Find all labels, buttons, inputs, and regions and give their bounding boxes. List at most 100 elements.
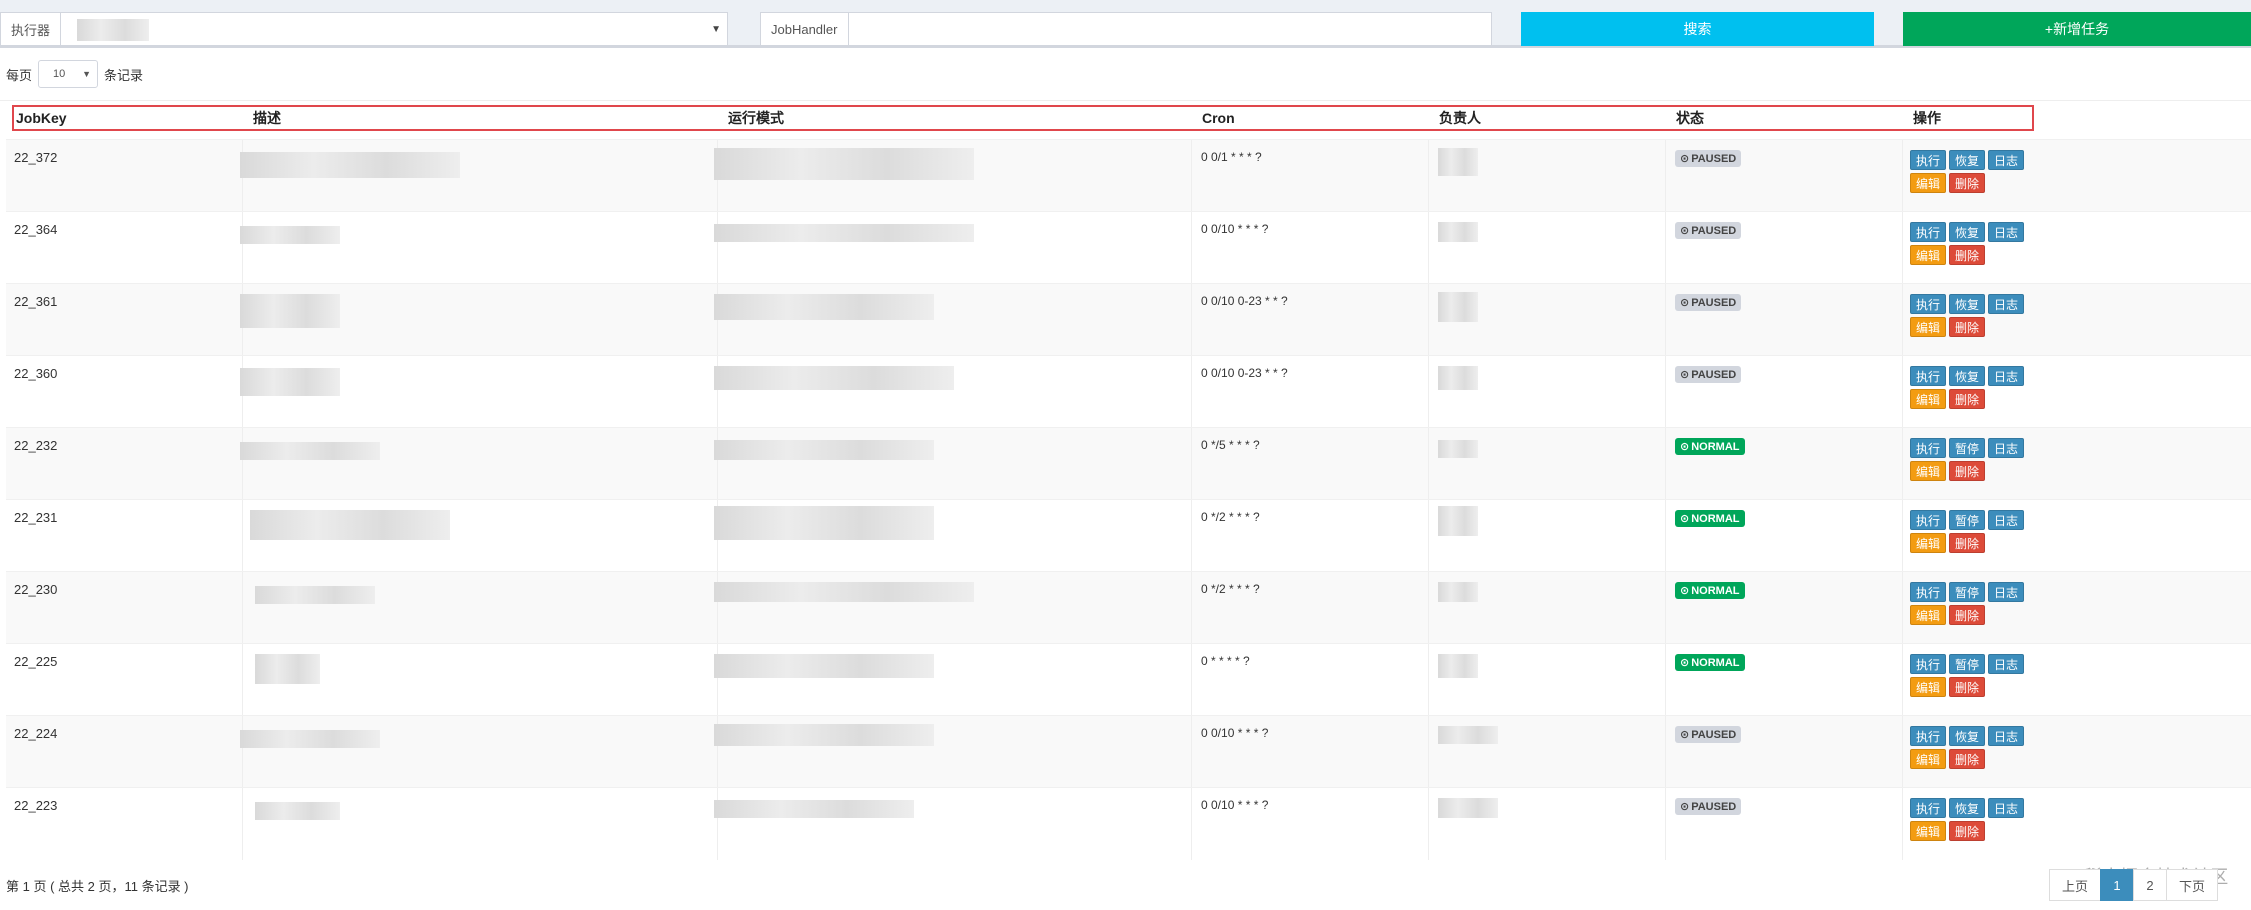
- header-mode[interactable]: 运行模式: [728, 108, 784, 128]
- run-button[interactable]: 执行: [1910, 150, 1946, 170]
- header-status[interactable]: 状态: [1676, 108, 1704, 128]
- log-button[interactable]: 日志: [1988, 222, 2024, 242]
- column-divider: [1191, 788, 1192, 860]
- run-button[interactable]: 执行: [1910, 582, 1946, 602]
- delete-button[interactable]: 删除: [1949, 389, 1985, 409]
- toggle-button[interactable]: 恢复: [1949, 222, 1985, 242]
- header-desc[interactable]: 描述: [253, 108, 281, 128]
- log-button[interactable]: 日志: [1988, 654, 2024, 674]
- status-text: PAUSED: [1691, 224, 1737, 237]
- delete-button[interactable]: 删除: [1949, 245, 1985, 265]
- log-button[interactable]: 日志: [1988, 798, 2024, 818]
- blurred-owner: [1438, 222, 1478, 242]
- delete-button[interactable]: 删除: [1949, 677, 1985, 697]
- column-divider: [1428, 716, 1429, 788]
- edit-button[interactable]: 编辑: [1910, 461, 1946, 481]
- add-task-button[interactable]: +新增任务: [1903, 12, 2251, 46]
- toggle-button[interactable]: 暂停: [1949, 510, 1985, 530]
- run-button[interactable]: 执行: [1910, 366, 1946, 386]
- run-button[interactable]: 执行: [1910, 438, 1946, 458]
- header-cron[interactable]: Cron: [1202, 110, 1235, 126]
- edit-button[interactable]: 编辑: [1910, 821, 1946, 841]
- log-button[interactable]: 日志: [1988, 150, 2024, 170]
- jobhandler-field[interactable]: JobHandler: [760, 12, 1492, 46]
- edit-button[interactable]: 编辑: [1910, 749, 1946, 769]
- column-divider: [1902, 356, 1903, 428]
- edit-button[interactable]: 编辑: [1910, 173, 1946, 193]
- blurred-description: [255, 654, 320, 684]
- toggle-button[interactable]: 恢复: [1949, 294, 1985, 314]
- edit-button[interactable]: 编辑: [1910, 605, 1946, 625]
- log-button[interactable]: 日志: [1988, 438, 2024, 458]
- run-button[interactable]: 执行: [1910, 654, 1946, 674]
- column-divider: [1665, 644, 1666, 716]
- clock-icon: ⊙: [1680, 297, 1690, 309]
- toggle-button[interactable]: 恢复: [1949, 798, 1985, 818]
- run-button[interactable]: 执行: [1910, 798, 1946, 818]
- status-badge: ⊙ PAUSED: [1675, 150, 1742, 167]
- jobhandler-input[interactable]: [849, 13, 1492, 45]
- run-button[interactable]: 执行: [1910, 294, 1946, 314]
- edit-button[interactable]: 编辑: [1910, 677, 1946, 697]
- page-2-button[interactable]: 2: [2133, 869, 2167, 901]
- blurred-run-mode: [714, 654, 934, 678]
- run-button[interactable]: 执行: [1910, 510, 1946, 530]
- executor-select[interactable]: 执行器 ▼: [0, 12, 728, 46]
- delete-button[interactable]: 删除: [1949, 173, 1985, 193]
- edit-button[interactable]: 编辑: [1910, 389, 1946, 409]
- edit-button[interactable]: 编辑: [1910, 317, 1946, 337]
- next-page-button[interactable]: 下页: [2166, 869, 2218, 901]
- filter-bar: 执行器 ▼ JobHandler 搜索 +新增任务: [0, 0, 2251, 48]
- delete-button[interactable]: 删除: [1949, 605, 1985, 625]
- delete-button[interactable]: 删除: [1949, 461, 1985, 481]
- edit-button[interactable]: 编辑: [1910, 245, 1946, 265]
- run-button[interactable]: 执行: [1910, 222, 1946, 242]
- delete-button[interactable]: 删除: [1949, 749, 1985, 769]
- column-divider: [1902, 284, 1903, 356]
- log-button[interactable]: 日志: [1988, 294, 2024, 314]
- prev-page-button[interactable]: 上页: [2049, 869, 2101, 901]
- status-text: PAUSED: [1691, 800, 1737, 813]
- toggle-button[interactable]: 暂停: [1949, 582, 1985, 602]
- column-divider: [242, 788, 243, 860]
- blurred-run-mode: [714, 582, 974, 602]
- column-divider: [1428, 284, 1429, 356]
- delete-button[interactable]: 删除: [1949, 821, 1985, 841]
- log-button[interactable]: 日志: [1988, 726, 2024, 746]
- column-divider: [1902, 572, 1903, 644]
- jobhandler-label: JobHandler: [761, 13, 849, 45]
- log-button[interactable]: 日志: [1988, 366, 2024, 386]
- delete-button[interactable]: 删除: [1949, 317, 1985, 337]
- log-button[interactable]: 日志: [1988, 582, 2024, 602]
- page-length-select[interactable]: 10 ▼: [38, 60, 99, 88]
- blurred-owner: [1438, 440, 1478, 458]
- column-divider: [1191, 428, 1192, 500]
- cell-cron: 0 */5 * * * ?: [1201, 438, 1260, 452]
- toggle-button[interactable]: 恢复: [1949, 366, 1985, 386]
- toggle-button[interactable]: 暂停: [1949, 654, 1985, 674]
- toggle-button[interactable]: 恢复: [1949, 726, 1985, 746]
- header-jobkey[interactable]: JobKey: [16, 110, 67, 126]
- executor-label: 执行器: [1, 13, 62, 45]
- status-badge: ⊙ NORMAL: [1675, 582, 1745, 599]
- cell-cron: 0 0/1 * * * ?: [1201, 150, 1262, 164]
- toggle-button[interactable]: 恢复: [1949, 150, 1985, 170]
- delete-button[interactable]: 删除: [1949, 533, 1985, 553]
- clock-icon: ⊙: [1680, 225, 1690, 237]
- header-owner[interactable]: 负责人: [1439, 108, 1481, 128]
- column-divider: [1665, 500, 1666, 572]
- toggle-button[interactable]: 暂停: [1949, 438, 1985, 458]
- column-divider: [242, 716, 243, 788]
- log-button[interactable]: 日志: [1988, 510, 2024, 530]
- table-header: JobKey 描述 运行模式 Cron 负责人 状态 操作: [12, 105, 2034, 131]
- page-1-button[interactable]: 1: [2100, 869, 2134, 901]
- chevron-down-icon: ▼: [82, 69, 92, 79]
- search-button[interactable]: 搜索: [1521, 12, 1874, 46]
- edit-button[interactable]: 编辑: [1910, 533, 1946, 553]
- blurred-description: [240, 730, 380, 748]
- run-button[interactable]: 执行: [1910, 726, 1946, 746]
- status-text: NORMAL: [1691, 656, 1740, 669]
- blurred-run-mode: [714, 724, 934, 746]
- executor-select-value[interactable]: ▼: [61, 13, 727, 45]
- blurred-owner: [1438, 654, 1478, 678]
